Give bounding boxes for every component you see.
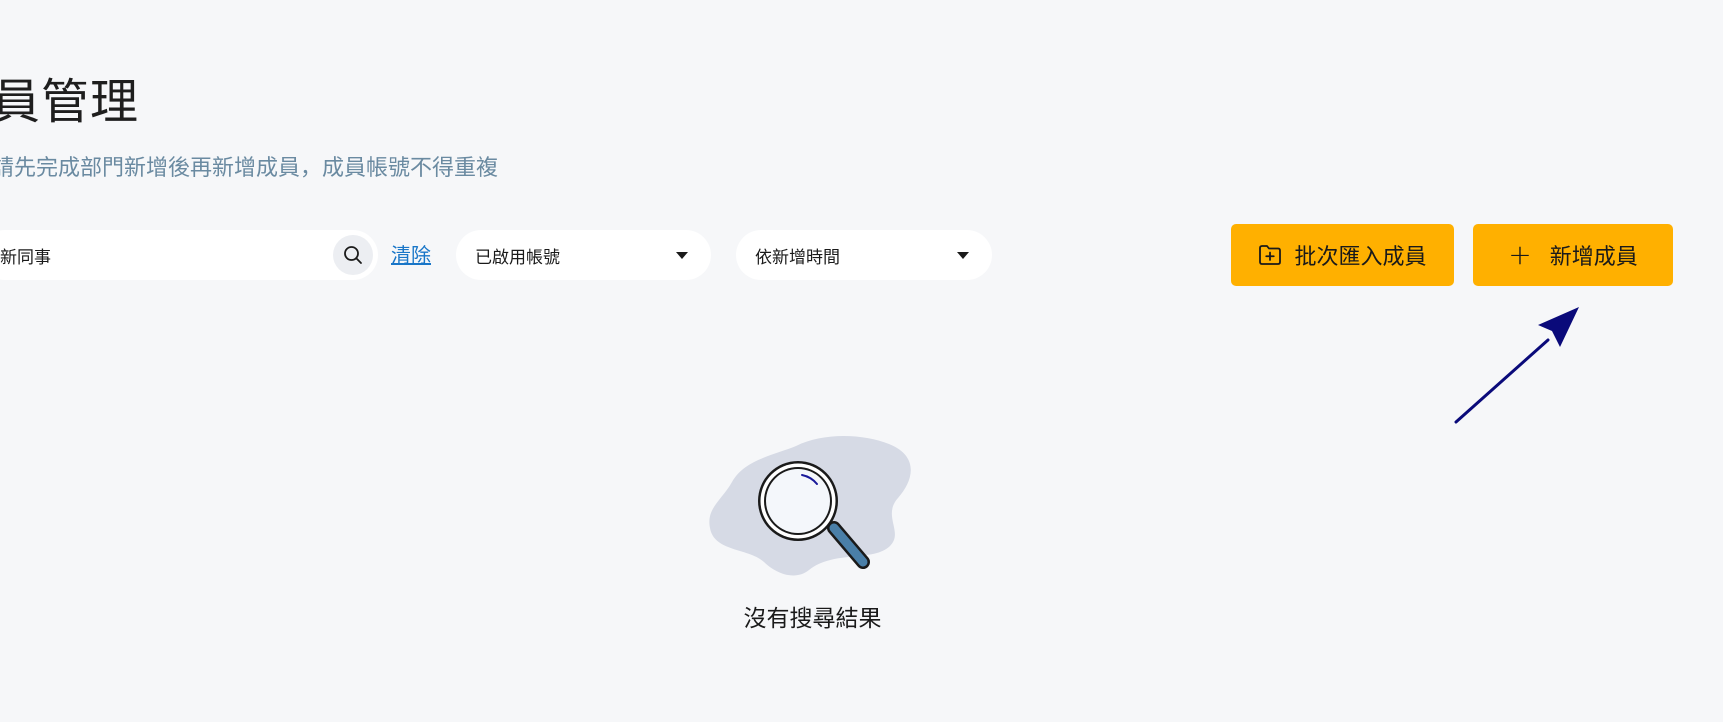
sort-select[interactable]: 依新增時間 <box>736 230 992 280</box>
page-title: 員管理 <box>0 74 140 130</box>
search-box <box>0 230 378 280</box>
chevron-down-icon <box>676 251 688 259</box>
chevron-down-icon <box>957 251 969 259</box>
magnifier-illustration <box>704 420 924 594</box>
batch-import-label: 批次匯入成員 <box>1294 245 1427 270</box>
sort-value: 依新增時間 <box>755 247 840 268</box>
clear-link[interactable]: 清除 <box>391 241 431 269</box>
batch-import-button[interactable]: 批次匯入成員 <box>1231 224 1454 286</box>
search-button[interactable] <box>333 235 373 275</box>
search-input[interactable] <box>0 245 322 265</box>
folder-plus-icon <box>1258 244 1282 266</box>
add-member-button[interactable]: + 新增成員 <box>1473 224 1673 286</box>
status-filter-value: 已啟用帳號 <box>475 247 560 268</box>
status-filter-select[interactable]: 已啟用帳號 <box>456 230 711 280</box>
page-subtitle: 請先完成部門新增後再新增成員，成員帳號不得重複 <box>0 156 499 181</box>
empty-state-message: 沒有搜尋結果 <box>743 606 882 632</box>
search-icon <box>343 245 363 265</box>
add-member-label: 新增成員 <box>1549 245 1638 270</box>
plus-icon: + <box>1508 238 1532 271</box>
